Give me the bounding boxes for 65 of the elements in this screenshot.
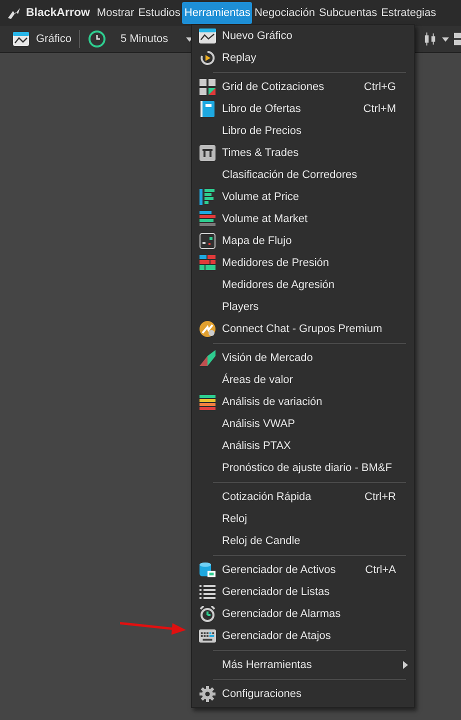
book-icon	[198, 101, 216, 117]
menu-bar-item[interactable]: Estrategias	[379, 2, 438, 24]
menu-item[interactable]: Times & Trades	[192, 142, 414, 164]
flow-map-icon	[198, 233, 216, 249]
market-vision-icon	[198, 350, 216, 366]
menu-item[interactable]: Gerenciador de Atajos	[192, 625, 414, 647]
settings-icon	[198, 686, 216, 702]
menu-item[interactable]: Connect Chat - Grupos Premium	[192, 318, 414, 340]
menu-item[interactable]: Volume at Price	[192, 186, 414, 208]
list-icon	[198, 584, 216, 600]
menu-item[interactable]: Análisis PTAX	[192, 435, 414, 457]
pressure-blocks-icon	[198, 255, 216, 271]
menu-item[interactable]: Configuraciones	[192, 683, 414, 705]
menu-item[interactable]: Gerenciador de Listas	[192, 581, 414, 603]
menu-item[interactable]: Reloj de Candle	[192, 530, 414, 552]
menu-item[interactable]: Grid de Cotizaciones Ctrl+G	[192, 76, 414, 98]
menu-item[interactable]: Visión de Mercado	[192, 347, 414, 369]
menu-item[interactable]: Gerenciador de Activos Ctrl+A	[192, 559, 414, 581]
brand-name: BlackArrow	[26, 7, 90, 19]
menu-item[interactable]: Medidores de Presión	[192, 252, 414, 274]
menu-item[interactable]: Gerenciador de Alarmas	[192, 603, 414, 625]
menu-item[interactable]: Libro de Ofertas Ctrl+M	[192, 98, 414, 120]
variation-stripes-icon	[198, 394, 216, 410]
database-icon	[198, 562, 216, 578]
volume-bars-icon	[198, 211, 216, 227]
menu-item[interactable]: Mapa de Flujo	[192, 230, 414, 252]
volume-bars-icon	[198, 189, 216, 205]
times-trades-icon	[198, 145, 216, 161]
menu-bar-item[interactable]: Subcuentas	[316, 2, 380, 24]
chat-badge-icon	[198, 321, 216, 337]
menu-bar-item[interactable]: Estudios	[136, 2, 182, 24]
menu-item[interactable]: Más Herramientas	[192, 654, 414, 676]
menu-bar-item[interactable]: Mostrar	[94, 2, 136, 24]
clock-icon[interactable]	[88, 30, 106, 48]
chart-button[interactable]: Gráfico	[8, 31, 76, 47]
line-chart-icon	[198, 28, 216, 44]
keyboard-icon	[198, 628, 216, 644]
menu-item[interactable]: Libro de Precios	[192, 120, 414, 142]
menu-bar-item[interactable]: Herramientas	[182, 2, 252, 24]
line-chart-icon	[12, 31, 30, 47]
menu-item[interactable]: Áreas de valor	[192, 369, 414, 391]
replay-icon	[198, 50, 216, 66]
menu-item[interactable]: Pronóstico de ajuste diario - BM&F	[192, 457, 414, 479]
pointer-arrow-annotation	[120, 620, 186, 636]
toolbar-icon[interactable]	[454, 31, 461, 47]
shortcut-label: Ctrl+R	[364, 491, 396, 503]
menu-item[interactable]: Reloj	[192, 508, 414, 530]
menu-item[interactable]: Replay	[192, 47, 414, 69]
candlestick-icon[interactable]	[424, 31, 437, 47]
menu-item[interactable]: Cotización Rápida Ctrl+R	[192, 486, 414, 508]
menu-bar-item[interactable]: Negociación	[252, 2, 317, 24]
menu-item[interactable]: Players	[192, 296, 414, 318]
grid-icon	[198, 79, 216, 95]
menu-item[interactable]: Análisis de variación	[192, 391, 414, 413]
alarm-clock-icon	[198, 606, 216, 622]
caret-icon[interactable]	[442, 36, 449, 42]
menu-item[interactable]: Clasificación de Corredores	[192, 164, 414, 186]
menu-item[interactable]: Nuevo Gráfico	[192, 25, 414, 47]
submenu-arrow-icon	[403, 661, 408, 669]
shortcut-label: Ctrl+G	[364, 81, 396, 93]
menu-item[interactable]: Medidores de Agresión	[192, 274, 414, 296]
shortcut-label: Ctrl+A	[365, 564, 396, 576]
menu-item[interactable]: Volume at Market	[192, 208, 414, 230]
shortcut-label: Ctrl+M	[363, 103, 396, 115]
menu-item[interactable]: Análisis VWAP	[192, 413, 414, 435]
